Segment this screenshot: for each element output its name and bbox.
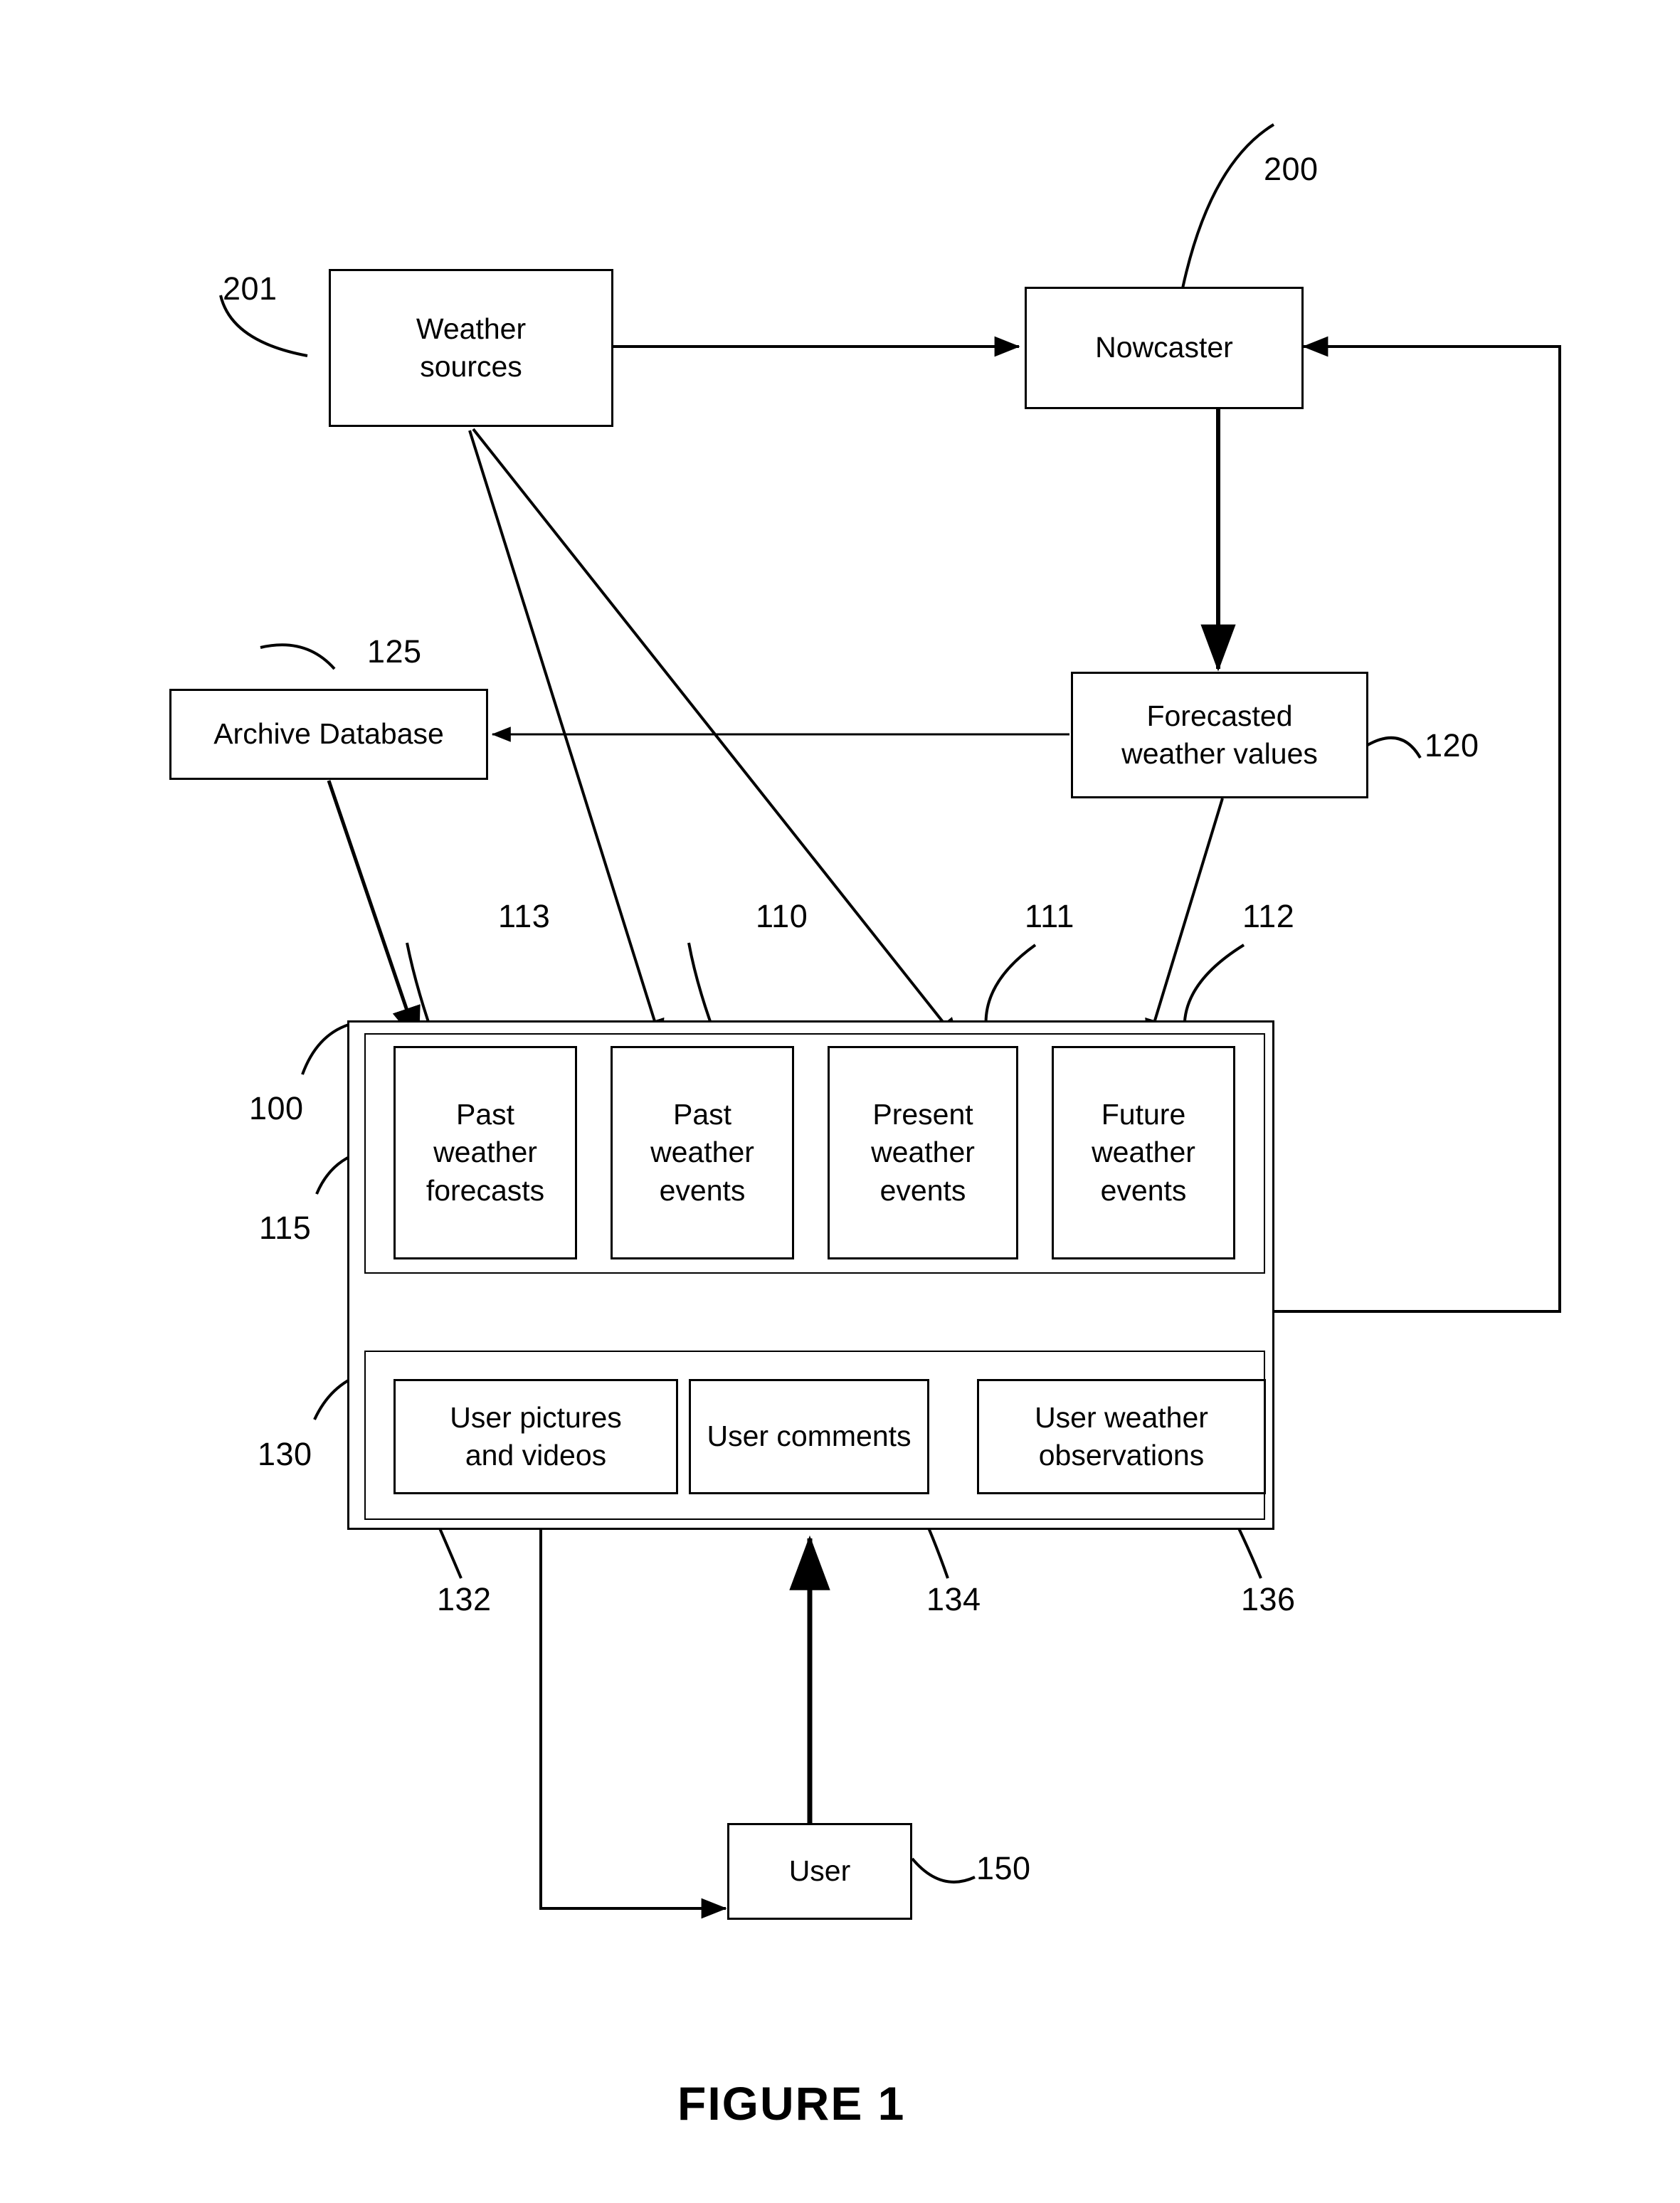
edge-userpictures-to-user <box>539 1494 727 1919</box>
user-comments-label: User comments <box>707 1420 912 1453</box>
refnum-100: 100 <box>249 1090 304 1126</box>
refnum-110: 110 <box>756 898 808 934</box>
archive-database-label: Archive Database <box>213 717 444 751</box>
future-weather-events-label-line3: events <box>1100 1173 1187 1207</box>
node-user-weather-observations[interactable]: User weather observations <box>977 1379 1266 1494</box>
leader-200 <box>1181 123 1275 289</box>
user-label: User <box>788 1854 851 1888</box>
refnum-125: 125 <box>367 633 422 670</box>
future-weather-events-label-line2: weather <box>1092 1136 1195 1169</box>
user-pictures-and-videos-label-line1: User pictures <box>450 1400 622 1434</box>
future-weather-events-label-line1: Future <box>1101 1098 1186 1131</box>
nowcaster-label: Nowcaster <box>1095 331 1233 364</box>
refnum-130: 130 <box>258 1436 312 1472</box>
node-user-pictures-and-videos[interactable]: User pictures and videos <box>393 1379 678 1494</box>
past-weather-events-label-line1: Past <box>672 1098 732 1131</box>
leader-125 <box>260 643 336 670</box>
node-archive-database[interactable]: Archive Database <box>169 689 488 780</box>
edge-forecasted-to-futureweatherevents <box>1145 798 1224 1045</box>
edge-archive-to-pastweatherforecasts <box>327 780 421 1046</box>
node-past-weather-forecasts[interactable]: Past weather forecasts <box>393 1046 577 1259</box>
node-weather-sources[interactable]: Weather sources <box>329 269 613 427</box>
user-weather-observations-label-line1: User weather <box>1035 1400 1208 1434</box>
present-weather-events-label-line2: weather <box>871 1136 975 1169</box>
past-weather-events-label-line2: weather <box>650 1136 754 1169</box>
user-pictures-and-videos-label-line2: and videos <box>465 1439 607 1472</box>
patent-figure-page: Weather sources Nowcaster Archive Databa… <box>0 0 1680 2203</box>
forecasted-weather-values-label-line2: weather values <box>1121 737 1318 770</box>
user-weather-observations-label-line2: observations <box>1038 1439 1205 1472</box>
refnum-112: 112 <box>1242 898 1295 934</box>
refnum-115: 115 <box>259 1210 312 1246</box>
refnum-132: 132 <box>437 1581 492 1617</box>
node-user[interactable]: User <box>727 1823 912 1920</box>
refnum-113: 113 <box>498 898 551 934</box>
weather-sources-label-line2: sources <box>420 350 522 383</box>
past-weather-forecasts-label-line1: Past <box>455 1098 515 1131</box>
edge-weathersources-to-pastweatherevents <box>468 430 665 1045</box>
edge-weathersources-to-presentweatherevents <box>472 428 961 1044</box>
present-weather-events-label-line1: Present <box>872 1098 973 1131</box>
node-forecasted-weather-values[interactable]: Forecasted weather values <box>1071 672 1368 798</box>
refnum-136: 136 <box>1241 1581 1296 1617</box>
leader-120 <box>1367 736 1422 759</box>
node-user-comments[interactable]: User comments <box>689 1379 929 1494</box>
past-weather-forecasts-label-line3: forecasts <box>426 1173 545 1207</box>
refnum-200: 200 <box>1264 151 1319 187</box>
refnum-111: 111 <box>1025 898 1074 934</box>
figure-caption: FIGURE 1 <box>677 2077 906 2130</box>
forecasted-weather-values-label-line1: Forecasted <box>1146 699 1293 732</box>
leader-150 <box>911 1857 976 1884</box>
past-weather-forecasts-label-line2: weather <box>433 1136 537 1169</box>
refnum-120: 120 <box>1425 727 1479 764</box>
past-weather-events-label-line3: events <box>659 1173 746 1207</box>
node-past-weather-events[interactable]: Past weather events <box>611 1046 794 1259</box>
leader-100 <box>301 1023 349 1075</box>
present-weather-events-label-line3: events <box>879 1173 966 1207</box>
node-present-weather-events[interactable]: Present weather events <box>828 1046 1018 1259</box>
refnum-150: 150 <box>976 1850 1031 1886</box>
weather-sources-label-line1: Weather <box>416 312 527 345</box>
node-future-weather-events[interactable]: Future weather events <box>1052 1046 1235 1259</box>
node-nowcaster[interactable]: Nowcaster <box>1025 287 1304 409</box>
refnum-201: 201 <box>223 270 278 307</box>
refnum-134: 134 <box>926 1581 981 1617</box>
